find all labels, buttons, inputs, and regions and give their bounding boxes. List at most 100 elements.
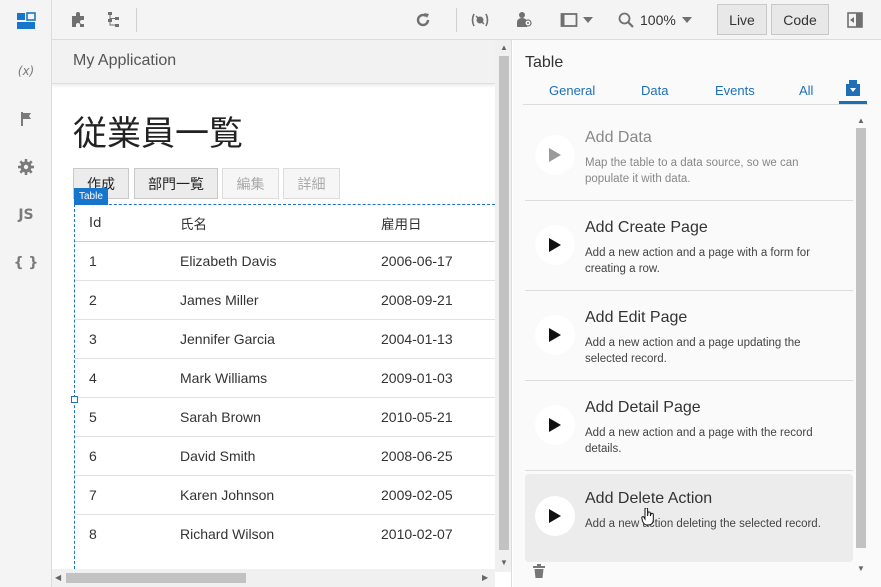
variables-icon[interactable]: (x) xyxy=(13,58,39,84)
cell-name: Mark Williams xyxy=(166,357,367,397)
cell-name: Elizabeth Davis xyxy=(166,240,367,280)
cell-id: 3 xyxy=(75,318,166,358)
table-selection-badge: Table xyxy=(74,188,108,205)
cell-hire-date: 2004-01-13 xyxy=(367,318,495,358)
cell-id: 7 xyxy=(75,474,166,514)
table-row[interactable]: 1 Elizabeth Davis 2006-06-17 xyxy=(75,240,495,280)
table-row[interactable]: 3 Jennifer Garcia 2004-01-13 xyxy=(75,318,495,358)
column-header[interactable]: Id xyxy=(75,205,166,242)
quick-action-add-create-page[interactable]: Add Create Page Add a new action and a p… xyxy=(525,203,853,291)
quick-action-description: Map the table to a data source, so we ca… xyxy=(585,157,799,185)
active-tab-indicator xyxy=(839,101,867,104)
tab-events[interactable]: Events xyxy=(715,83,755,98)
play-icon xyxy=(535,315,575,355)
cell-name: Sarah Brown xyxy=(166,396,367,436)
selection-handle[interactable] xyxy=(71,396,78,403)
cell-name: James Miller xyxy=(166,279,367,319)
properties-panel: Table General Data Events All Add Data M… xyxy=(513,40,881,587)
table-row[interactable]: 7 Karen Johnson 2009-02-05 xyxy=(75,474,495,514)
cell-hire-date: 2010-02-07 xyxy=(367,513,495,553)
column-header[interactable]: 雇用日 xyxy=(367,205,495,242)
table-header-row: Id 氏名 雇用日 xyxy=(75,205,495,242)
toolbar: 100% Live Code xyxy=(52,0,881,40)
quick-action-title: Add Data xyxy=(585,129,652,146)
zoom-icon[interactable] xyxy=(614,8,638,32)
quick-action-title: Add Create Page xyxy=(585,219,708,236)
user-roles-icon[interactable] xyxy=(512,8,536,32)
cell-id: 5 xyxy=(75,396,166,436)
toggle-panel-icon[interactable] xyxy=(843,8,867,32)
scrollbar-thumb[interactable] xyxy=(66,573,246,583)
cell-hire-date: 2006-06-17 xyxy=(367,240,495,280)
chevron-down-icon[interactable] xyxy=(680,8,694,32)
quick-action-add-edit-page[interactable]: Add Edit Page Add a new action and a pag… xyxy=(525,293,853,381)
play-icon xyxy=(535,225,575,265)
quick-action-add-data[interactable]: Add Data Map the table to a data source,… xyxy=(525,113,853,201)
cell-name: David Smith xyxy=(166,435,367,475)
column-header[interactable]: 氏名 xyxy=(166,205,367,242)
json-icon[interactable]: { } xyxy=(13,250,39,276)
scrollbar-thumb[interactable] xyxy=(856,128,866,548)
flag-icon[interactable] xyxy=(13,106,39,132)
hand-cursor-icon xyxy=(641,508,655,526)
employee-table[interactable]: Id 氏名 雇用日 1 Elizabeth Davis 2006-06-17 2 Ja… xyxy=(74,204,495,574)
tab-all[interactable]: All xyxy=(799,83,813,98)
js-icon[interactable]: JS xyxy=(13,202,39,228)
quick-action-title: Add Detail Page xyxy=(585,399,701,416)
cell-name: Richard Wilson xyxy=(166,513,367,553)
table-row[interactable]: 4 Mark Williams 2009-01-03 xyxy=(75,357,495,397)
left-rail: (x) JS { } xyxy=(0,0,52,587)
cell-hire-date: 2009-01-03 xyxy=(367,357,495,397)
trash-icon[interactable] xyxy=(533,564,545,578)
quick-start-tab-icon[interactable] xyxy=(845,80,861,97)
table-row[interactable]: 8 Richard Wilson 2010-02-07 xyxy=(75,513,495,553)
departments-button[interactable]: 部門一覧 xyxy=(134,168,218,199)
play-icon xyxy=(535,496,575,536)
quick-action-title: Add Edit Page xyxy=(585,309,688,326)
panel-vertical-scrollbar[interactable]: ▲ ▼ xyxy=(853,112,869,573)
zoom-level[interactable]: 100% xyxy=(640,12,676,28)
screen-size-icon[interactable] xyxy=(557,8,581,32)
cell-name: Jennifer Garcia xyxy=(166,318,367,358)
page-title[interactable]: 従業員一覧 xyxy=(73,106,243,155)
cell-hire-date: 2008-09-21 xyxy=(367,279,495,319)
play-icon xyxy=(535,405,575,445)
cell-hire-date: 2009-02-05 xyxy=(367,474,495,514)
tab-general[interactable]: General xyxy=(549,83,595,98)
refresh-icon[interactable] xyxy=(411,8,435,32)
structure-icon[interactable] xyxy=(102,8,126,32)
cell-id: 4 xyxy=(75,357,166,397)
scrollbar-thumb[interactable] xyxy=(499,56,509,550)
cell-id: 6 xyxy=(75,435,166,475)
cell-hire-date: 2010-05-21 xyxy=(367,396,495,436)
gear-icon[interactable] xyxy=(13,154,39,180)
code-button[interactable]: Code xyxy=(771,4,829,35)
designer-icon[interactable] xyxy=(13,8,39,34)
app-header: My Application xyxy=(52,40,495,84)
live-button[interactable]: Live xyxy=(717,4,767,35)
tab-data[interactable]: Data xyxy=(641,83,668,98)
canvas-vertical-scrollbar[interactable]: ▲ ▼ xyxy=(495,40,511,572)
puzzle-icon[interactable] xyxy=(66,8,90,32)
quick-action-description: Add a new action deleting the selected r… xyxy=(585,518,821,530)
quick-action-description: Add a new action and a page updating the… xyxy=(585,337,801,365)
cell-id: 8 xyxy=(75,513,166,553)
edit-button[interactable]: 編集 xyxy=(222,168,279,199)
debug-icon[interactable] xyxy=(468,8,492,32)
table-row[interactable]: 2 James Miller 2008-09-21 xyxy=(75,279,495,319)
toolbar-separator xyxy=(456,8,457,32)
app-title: My Application xyxy=(73,52,177,69)
toolbar-separator xyxy=(136,8,137,32)
chevron-down-icon[interactable] xyxy=(581,8,595,32)
cell-hire-date: 2008-06-25 xyxy=(367,435,495,475)
quick-action-add-delete-action[interactable]: Add Delete Action Add a new action delet… xyxy=(525,474,853,562)
panel-title: Table xyxy=(525,54,564,71)
tab-divider xyxy=(523,104,868,105)
table-row[interactable]: 6 David Smith 2008-06-25 xyxy=(75,435,495,475)
table-row[interactable]: 5 Sarah Brown 2010-05-21 xyxy=(75,396,495,436)
detail-button[interactable]: 詳細 xyxy=(283,168,340,199)
quick-action-add-detail-page[interactable]: Add Detail Page Add a new action and a p… xyxy=(525,383,853,471)
quick-action-description: Add a new action and a page with a form … xyxy=(585,247,811,275)
canvas-horizontal-scrollbar[interactable]: ◀ ▶ xyxy=(52,569,495,587)
quick-action-description: Add a new action and a page with the rec… xyxy=(585,427,813,455)
